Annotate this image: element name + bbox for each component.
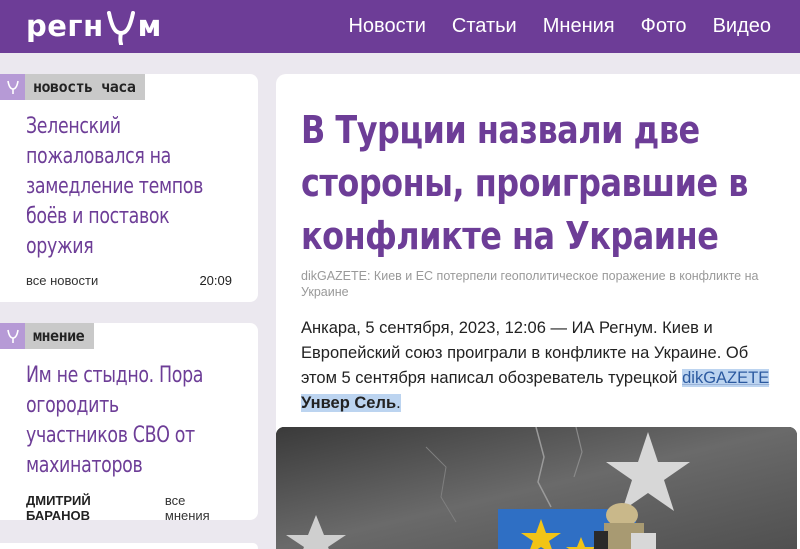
title-line: махинаторов <box>26 453 143 478</box>
opinion-title-link[interactable]: Им не стыдно. Пора огородить участников … <box>26 361 250 481</box>
nav-item-articles[interactable]: Статьи <box>452 15 517 38</box>
tag-label: новость часа <box>25 74 146 100</box>
headline-line: конфликте на Украине <box>301 214 719 258</box>
article-image <box>276 427 797 549</box>
card-tag: новость часа <box>0 74 146 100</box>
article-headline: В Турции назвали две стороны, проигравши… <box>301 104 771 263</box>
author-link[interactable]: ДМИТРИЙ БАРАНОВ <box>26 493 155 523</box>
title-line: пожаловался на <box>26 144 171 169</box>
article-lead: Анкара, 5 сентября, 2023, 12:06 — ИА Рег… <box>301 316 781 416</box>
main-article: В Турции назвали две стороны, проигравши… <box>276 74 800 549</box>
source-link[interactable]: dikGAZETE <box>682 369 769 387</box>
all-opinions-link[interactable]: все мнения <box>165 493 232 523</box>
news-time: 20:09 <box>199 273 232 288</box>
title-line: замедление темпов <box>26 174 203 199</box>
logo-u-glyph-icon <box>106 11 135 45</box>
site-logo[interactable]: регн м <box>26 7 162 45</box>
next-card-edge <box>0 543 258 549</box>
site-header: регн м Новости Статьи Мнения Фото Видео <box>0 0 800 53</box>
title-line: участников СВО от <box>26 423 195 448</box>
lead-end: . <box>396 394 401 412</box>
nav-item-news[interactable]: Новости <box>348 15 425 38</box>
nav-item-opinions[interactable]: Мнения <box>543 15 615 38</box>
card-tag: мнение <box>0 323 95 349</box>
title-line: огородить <box>26 393 119 418</box>
hour-news-card: новость часа Зеленский пожаловался на за… <box>0 74 258 302</box>
opinion-card: мнение Им не стыдно. Пора огородить учас… <box>0 323 258 523</box>
all-news-link[interactable]: все новости <box>26 273 98 288</box>
regnum-glyph-icon <box>0 74 25 100</box>
article-subheadline: dikGAZETE: Киев и ЕС потерпели геополити… <box>301 269 759 299</box>
nav-item-video[interactable]: Видео <box>713 15 771 38</box>
logo-text-left: регн <box>26 9 104 43</box>
headline-line: В Турции назвали две <box>301 108 700 152</box>
main-nav: Новости Статьи Мнения Фото Видео <box>348 15 800 38</box>
card-meta: все новости 20:09 <box>26 273 232 288</box>
title-line: боёв и поставок <box>26 204 170 229</box>
regnum-glyph-icon <box>0 323 25 349</box>
tag-label: мнение <box>25 323 95 349</box>
title-line: Им не стыдно. Пора <box>26 363 204 388</box>
news-title-link[interactable]: Зеленский пожаловался на замедление темп… <box>26 112 250 262</box>
headline-line: стороны, проигравшие в <box>301 161 748 205</box>
title-line: Зеленский <box>26 114 121 139</box>
eu-flag-soldier-illustration <box>276 427 797 549</box>
title-line: оружия <box>26 234 94 259</box>
author-name: Унвер Сель <box>301 394 397 412</box>
nav-item-photo[interactable]: Фото <box>641 15 687 38</box>
card-meta: ДМИТРИЙ БАРАНОВ все мнения <box>26 493 232 523</box>
logo-text-right: м <box>137 9 162 43</box>
